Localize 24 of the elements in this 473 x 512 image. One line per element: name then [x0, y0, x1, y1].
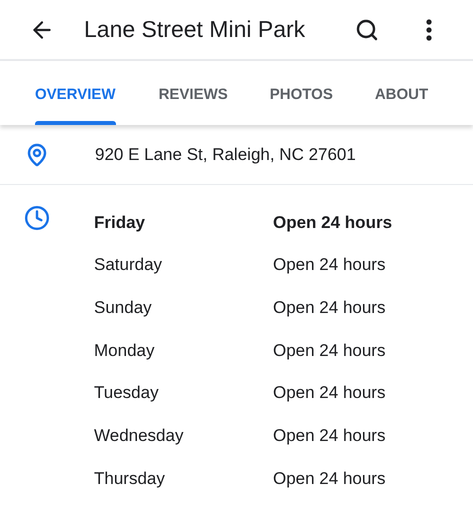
tab[interactable]: OVERVIEW: [35, 61, 116, 125]
hours-text: Open 24 hours: [273, 425, 386, 448]
clock-icon: [24, 205, 50, 231]
hours-text: Open 24 hours: [273, 382, 386, 404]
day-label: Wednesday: [94, 425, 184, 448]
day-label: Thursday: [94, 468, 166, 490]
hours-text: Open 24 hours: [273, 296, 386, 319]
hours-text: Open 24 hours: [273, 468, 386, 490]
tab[interactable]: ABOUT: [374, 61, 428, 125]
address-text: 920 E Lane St, Raleigh, NC 27601: [95, 144, 356, 166]
more-icon: [426, 18, 432, 40]
tab[interactable]: REVIEWS: [158, 61, 228, 125]
day-label: Friday: [94, 212, 146, 234]
hours-text: Open 24 hours: [273, 212, 392, 234]
hours-text: Open 24 hours: [273, 340, 386, 362]
day-label: Saturday: [94, 254, 164, 276]
day-label: Tuesday: [94, 382, 160, 404]
search-icon: [355, 18, 379, 42]
day-label: Monday: [94, 340, 156, 362]
place-title: Lane Street Mini Park: [84, 15, 306, 44]
tab[interactable]: PHOTOS: [270, 61, 333, 125]
day-label: Sunday: [94, 296, 153, 319]
hours-text: Open 24 hours: [273, 254, 386, 276]
location-pin-icon: [25, 142, 49, 166]
